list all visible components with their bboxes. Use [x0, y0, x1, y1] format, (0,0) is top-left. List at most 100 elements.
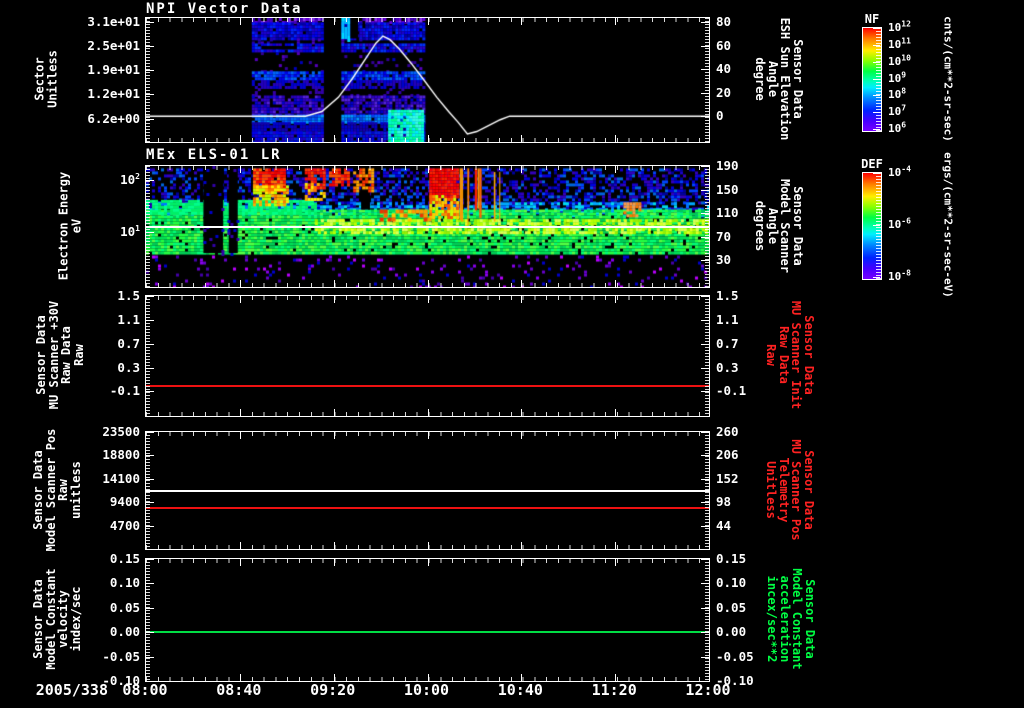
left-axis-tick-label: 0.15 — [109, 551, 140, 566]
y-major-tick — [701, 368, 709, 369]
y-major-tick — [701, 391, 709, 392]
x-major-tick — [521, 542, 522, 549]
right-axis-tick-label: 44 — [716, 517, 732, 533]
x-major-tick — [240, 409, 241, 416]
minor-ticks — [705, 166, 709, 287]
colorbar-name-def: DEF — [861, 157, 883, 171]
colorbar-major-tick — [873, 225, 880, 226]
x-major-tick — [615, 432, 616, 439]
right-axis-tick-label: 0.15 — [716, 551, 747, 566]
right-axis-title-els: Sensor Data Model Scanner Angle degrees — [753, 178, 806, 273]
colorbar-def — [862, 172, 882, 280]
data-line-els — [146, 226, 709, 228]
minor-ticks — [146, 432, 150, 549]
right-axis-title-npi: Sensor Data ESH Sun Elevation Angle degree — [753, 17, 806, 141]
x-axis-tick-label: 09:20 — [310, 681, 356, 699]
colorbar-major-tick — [873, 78, 880, 80]
y-major-tick — [701, 237, 709, 238]
colorbar-major-tick — [873, 95, 880, 97]
y-major-tick — [146, 296, 154, 297]
x-major-tick — [615, 409, 616, 416]
y-major-tick — [146, 46, 154, 47]
y-major-tick — [146, 432, 154, 433]
x-major-tick — [240, 18, 241, 25]
npi-spectrogram-canvas — [146, 18, 709, 142]
x-major-tick — [334, 542, 335, 549]
x-major-tick — [521, 18, 522, 25]
x-major-tick — [521, 135, 522, 142]
minor-ticks — [146, 559, 150, 681]
y-major-tick — [146, 119, 154, 120]
right-axis-tick-label: 60 — [716, 37, 732, 53]
y-major-tick — [701, 260, 709, 261]
right-axis-tick-label: 98 — [716, 494, 732, 510]
x-major-tick — [428, 18, 429, 25]
right-axis-tick-label: 40 — [716, 61, 732, 77]
left-axis-tick-label: 3.1e+01 — [87, 13, 140, 29]
right-axis-tick-label: -0.05 — [716, 648, 754, 664]
y-major-tick — [701, 116, 709, 117]
minor-ticks — [705, 559, 709, 681]
right-axis-tick-label: 70 — [716, 228, 732, 244]
x-major-tick — [240, 674, 241, 681]
colorbar-major-tick — [873, 277, 880, 278]
x-major-tick — [428, 135, 429, 142]
colorbar-tick-label: 1012 — [888, 19, 911, 34]
y-major-tick — [146, 583, 154, 584]
y-major-tick — [146, 391, 154, 392]
x-major-tick — [521, 409, 522, 416]
y-major-tick — [701, 608, 709, 609]
minor-ticks — [705, 296, 709, 416]
left-axis-title-els: Electron Energy eV — [56, 171, 84, 280]
x-major-tick — [428, 296, 429, 303]
y-major-tick — [146, 526, 154, 527]
x-major-tick — [240, 166, 241, 173]
right-axis-tick-label: 0 — [716, 108, 724, 124]
colorbar-tick-label: 10-8 — [888, 268, 911, 283]
minor-ticks — [705, 432, 709, 549]
y-major-tick — [701, 22, 709, 23]
right-axis-title-model-constant: Sensor Data Model Constant acceleration inc… — [765, 568, 818, 670]
y-major-tick — [701, 213, 709, 214]
x-major-tick — [334, 409, 335, 416]
colorbar-tick-label: 106 — [888, 120, 907, 135]
x-axis-tick-label: 11:20 — [591, 681, 637, 699]
colorbar-name-nf: NF — [864, 12, 880, 26]
x-major-tick — [521, 432, 522, 439]
left-axis-tick-label: 1.9e+01 — [87, 62, 140, 78]
x-major-tick — [521, 280, 522, 287]
y-major-tick — [146, 232, 154, 233]
y-major-tick — [146, 22, 154, 23]
colorbar-nf — [862, 27, 882, 132]
x-major-tick — [615, 542, 616, 549]
x-major-tick — [428, 542, 429, 549]
y-major-tick — [146, 559, 154, 560]
left-axis-tick-label: 2.5e+01 — [87, 38, 140, 54]
x-major-tick — [428, 432, 429, 439]
y-major-tick — [146, 502, 154, 503]
right-axis-tick-label: 0.05 — [716, 599, 747, 615]
right-axis-tick-label: 1.5 — [716, 288, 739, 303]
x-major-tick — [615, 280, 616, 287]
x-major-tick — [428, 166, 429, 173]
y-major-tick — [146, 344, 154, 345]
x-axis-tick-label: 10:40 — [497, 681, 543, 699]
right-axis-tick-label: 110 — [716, 205, 739, 221]
colorbar-minor-ticks — [876, 173, 881, 279]
panel-els — [145, 165, 710, 288]
y-major-tick — [146, 94, 154, 95]
x-major-tick — [334, 280, 335, 287]
y-major-tick — [701, 320, 709, 321]
colorbar-minor-ticks — [876, 28, 881, 131]
left-axis-tick-label: 18800 — [102, 447, 140, 463]
right-axis-tick-label: 190 — [716, 158, 739, 173]
y-major-tick — [146, 180, 154, 181]
y-major-tick — [146, 455, 154, 456]
x-axis-tick-label: 10:00 — [403, 681, 450, 699]
colorbar-tick-label: 1011 — [888, 36, 911, 51]
right-axis-tick-label: 0.7 — [716, 335, 739, 351]
right-axis-tick-label: 0.3 — [716, 359, 739, 375]
x-major-tick — [240, 135, 241, 142]
left-axis-title-npi: Sector Unitless — [32, 50, 60, 108]
y-major-tick — [146, 320, 154, 321]
